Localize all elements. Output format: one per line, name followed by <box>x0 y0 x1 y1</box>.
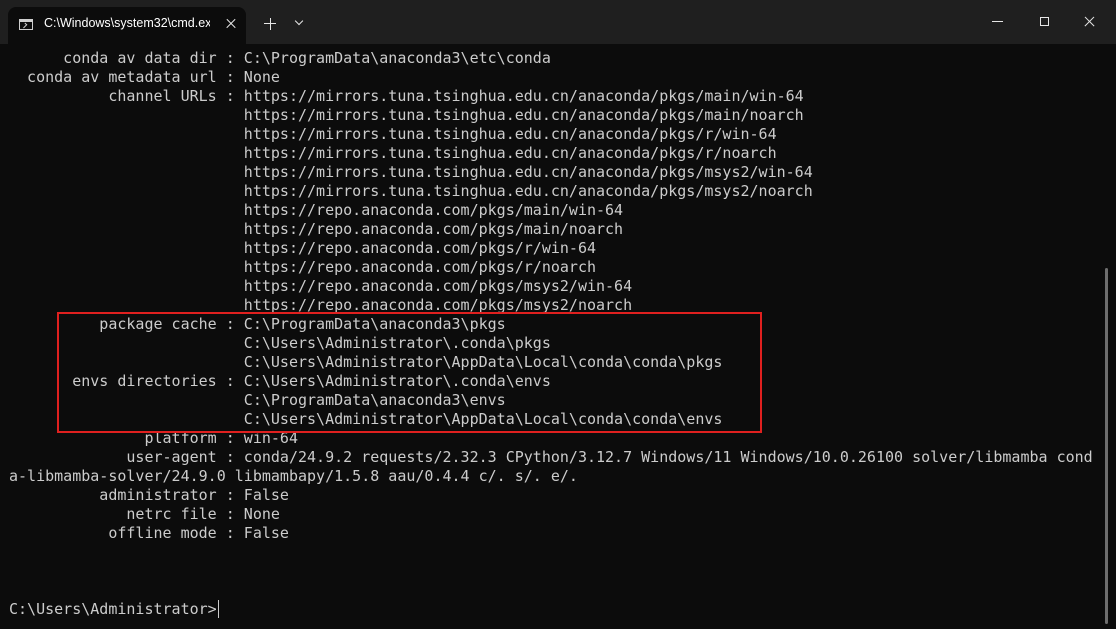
terminal-line: user-agent : conda/24.9.2 requests/2.32.… <box>9 448 1093 466</box>
maximize-button[interactable] <box>1033 12 1057 32</box>
terminal-line: https://mirrors.tuna.tsinghua.edu.cn/ana… <box>9 163 813 181</box>
terminal-line: https://repo.anaconda.com/pkgs/msys2/win… <box>9 277 633 295</box>
terminal-line: package cache : C:\ProgramData\anaconda3… <box>9 315 506 333</box>
terminal-line: C:\Users\Administrator\.conda\pkgs <box>9 334 551 352</box>
tab-title: C:\Windows\system32\cmd.exe <box>44 16 210 30</box>
chevron-down-icon[interactable] <box>291 14 309 32</box>
terminal-line: https://repo.anaconda.com/pkgs/r/noarch <box>9 258 596 276</box>
prompt-text: C:\Users\Administrator> <box>9 600 217 618</box>
new-tab-button[interactable] <box>260 14 280 34</box>
terminal-line: platform : win-64 <box>9 429 298 447</box>
scrollbar[interactable] <box>1105 268 1108 624</box>
terminal-line: https://mirrors.tuna.tsinghua.edu.cn/ana… <box>9 125 777 143</box>
terminal-line: netrc file : None <box>9 505 280 523</box>
minimize-button[interactable] <box>986 12 1010 32</box>
terminal-line: administrator : False <box>9 486 289 504</box>
title-bar[interactable]: C:\Windows\system32\cmd.exe <box>0 0 1116 44</box>
tab-cmd[interactable]: C:\Windows\system32\cmd.exe <box>8 7 246 44</box>
terminal-line: https://mirrors.tuna.tsinghua.edu.cn/ana… <box>9 144 777 162</box>
terminal-line: C:\Users\Administrator\AppData\Local\con… <box>9 353 723 371</box>
terminal-line: https://repo.anaconda.com/pkgs/main/noar… <box>9 220 624 238</box>
text-cursor <box>217 600 219 618</box>
terminal-line: envs directories : C:\Users\Administrato… <box>9 372 551 390</box>
command-prompt[interactable]: C:\Users\Administrator> <box>9 600 219 619</box>
terminal-line: https://repo.anaconda.com/pkgs/main/win-… <box>9 201 624 219</box>
terminal-line: https://repo.anaconda.com/pkgs/r/win-64 <box>9 239 596 257</box>
terminal-line: channel URLs : https://mirrors.tuna.tsin… <box>9 87 804 105</box>
terminal-line: C:\ProgramData\anaconda3\envs <box>9 391 506 409</box>
terminal-line: https://mirrors.tuna.tsinghua.edu.cn/ana… <box>9 182 813 200</box>
terminal-output[interactable]: conda av data dir : C:\ProgramData\anaco… <box>9 49 1099 624</box>
console-icon <box>19 19 33 30</box>
terminal-line: a-libmamba-solver/24.9.0 libmambapy/1.5.… <box>9 467 578 485</box>
close-tab-icon[interactable] <box>221 14 241 34</box>
terminal-line: offline mode : False <box>9 524 289 542</box>
close-window-button[interactable] <box>1078 12 1102 32</box>
terminal-line: https://mirrors.tuna.tsinghua.edu.cn/ana… <box>9 106 804 124</box>
terminal-window: C:\Windows\system32\cmd.exe conda av dat… <box>0 0 1116 629</box>
terminal-line: conda av metadata url : None <box>9 68 280 86</box>
terminal-line: conda av data dir : C:\ProgramData\anaco… <box>9 49 551 67</box>
terminal-line: C:\Users\Administrator\AppData\Local\con… <box>9 410 723 428</box>
terminal-line: https://repo.anaconda.com/pkgs/msys2/noa… <box>9 296 633 314</box>
